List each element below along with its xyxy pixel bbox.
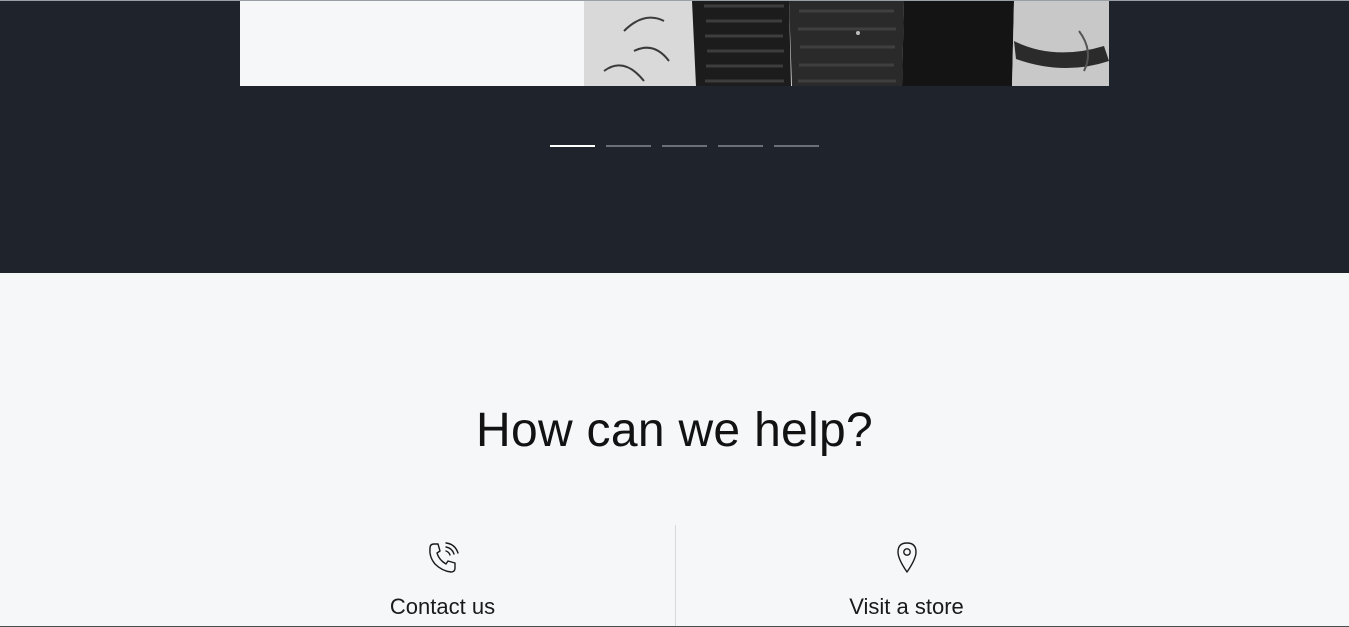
carousel-dot-5[interactable] xyxy=(774,145,819,147)
carousel-pagination xyxy=(550,145,819,147)
slide-photo xyxy=(584,1,1109,86)
carousel-dot-3[interactable] xyxy=(662,145,707,147)
visit-store-label: Visit a store xyxy=(849,594,964,619)
phone-icon xyxy=(428,542,459,573)
slide-photo-image xyxy=(584,1,1109,86)
carousel-slide[interactable] xyxy=(240,1,1109,86)
visit-store-link[interactable]: Visit a store xyxy=(676,525,1137,627)
map-pin-icon xyxy=(896,542,917,573)
hero-carousel xyxy=(0,1,1349,273)
contact-us-label: Contact us xyxy=(389,594,496,619)
slide-text-panel xyxy=(240,1,584,86)
carousel-dot-4[interactable] xyxy=(718,145,763,147)
carousel-dot-2[interactable] xyxy=(606,145,651,147)
carousel-dot-1[interactable] xyxy=(550,145,595,147)
contact-us-link[interactable]: Contact us xyxy=(210,525,675,627)
help-section: How can we help? Contact us Visit a stor… xyxy=(0,273,1349,627)
help-title: How can we help? xyxy=(475,404,874,457)
